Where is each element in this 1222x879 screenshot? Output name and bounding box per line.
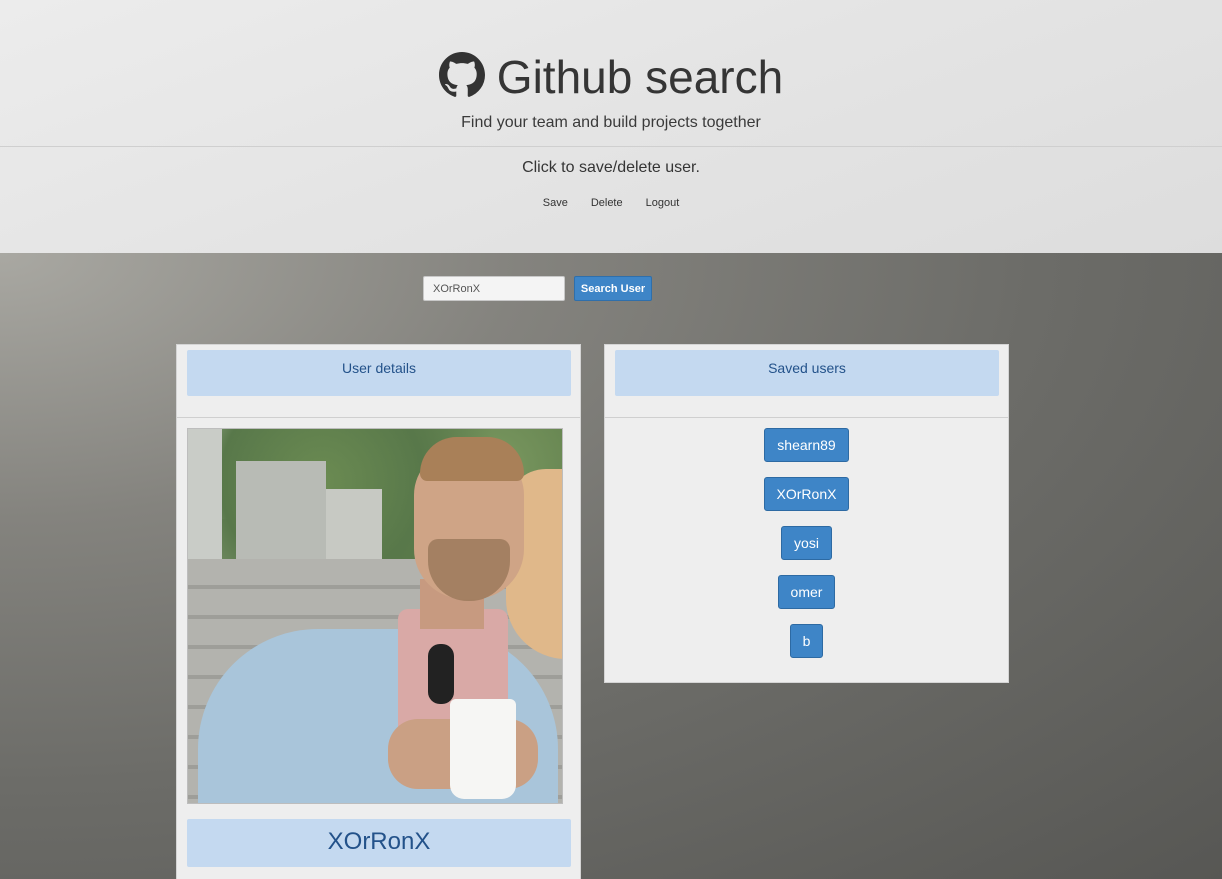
logout-link[interactable]: Logout — [646, 197, 680, 209]
instructions-text: Click to save/delete user. — [522, 159, 700, 176]
search-input[interactable] — [423, 276, 565, 301]
delete-link[interactable]: Delete — [591, 197, 623, 209]
saved-users-heading: Saved users — [615, 350, 999, 396]
saved-user-button[interactable]: b — [789, 624, 824, 658]
user-details-heading: User details — [187, 350, 571, 396]
saved-user-button[interactable]: omer — [777, 575, 836, 609]
saved-user-button[interactable]: shearn89 — [764, 428, 849, 462]
page-subtitle: Find your team and build projects togeth… — [461, 114, 761, 131]
saved-users-panel: Saved users shearn89 XOrRonX yosi omer b — [604, 344, 1009, 683]
main-area: Search User User details XOrRonX Saved u… — [0, 253, 1222, 879]
save-link[interactable]: Save — [543, 197, 568, 209]
header-actions: Save Delete Logout — [0, 197, 1222, 209]
username-label: XOrRonX — [187, 819, 571, 867]
panel-divider — [605, 417, 1008, 418]
github-icon — [438, 52, 485, 97]
avatar — [187, 428, 563, 804]
header: Github search Find your team and build p… — [0, 0, 1222, 253]
panel-divider — [177, 417, 580, 418]
title-row: Github search — [0, 50, 1222, 104]
user-details-panel: User details XOrRonX — [176, 344, 581, 879]
saved-users-list: shearn89 XOrRonX yosi omer b — [605, 428, 1008, 658]
saved-user-button[interactable]: XOrRonX — [763, 477, 850, 511]
saved-user-button[interactable]: yosi — [781, 526, 832, 560]
header-divider — [0, 146, 1222, 147]
search-user-button[interactable]: Search User — [574, 276, 652, 301]
page-title: Github search — [496, 51, 784, 103]
